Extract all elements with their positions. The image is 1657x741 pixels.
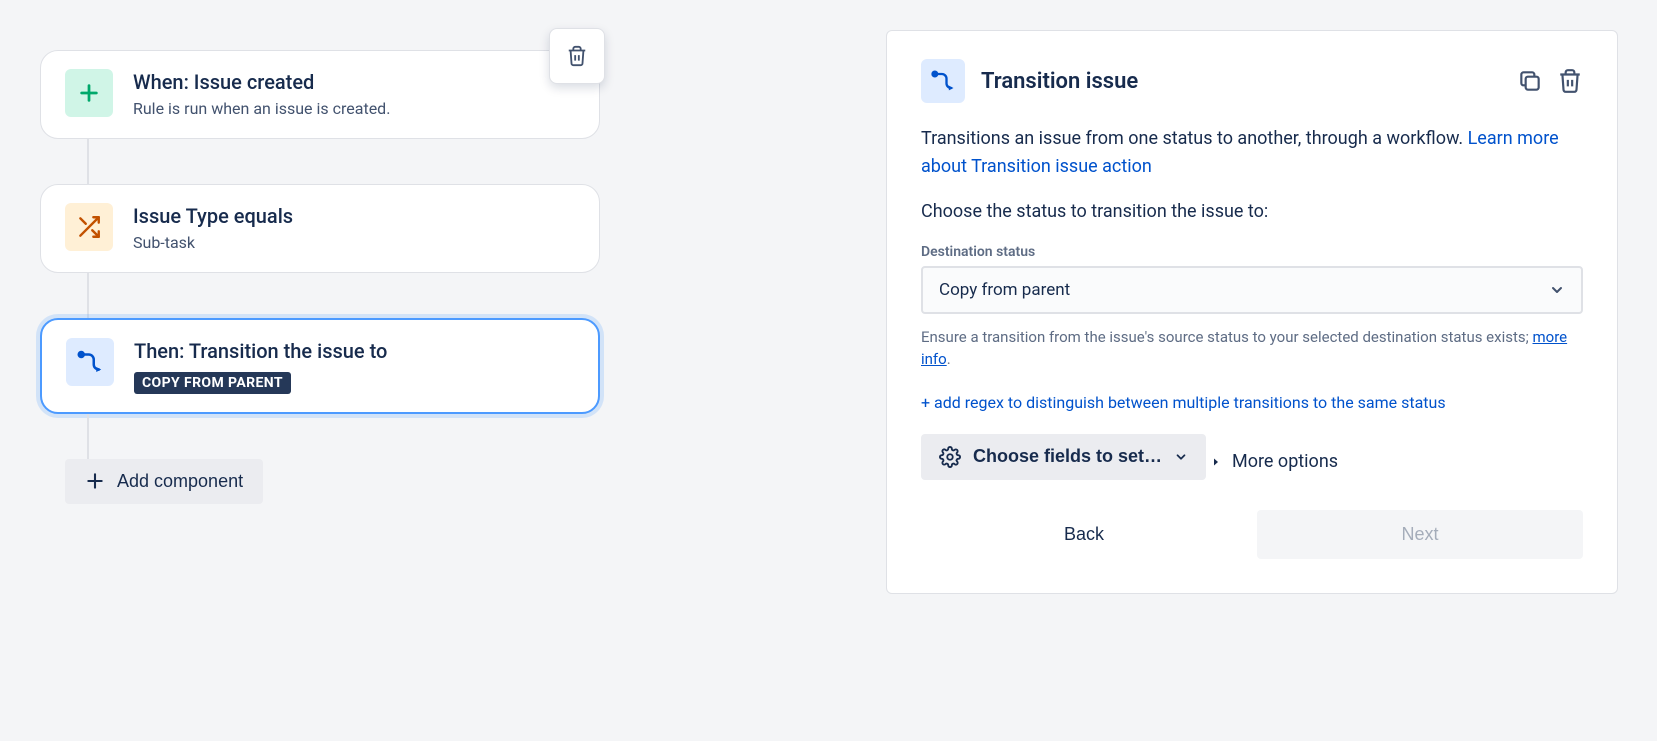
condition-card[interactable]: Issue Type equals Sub-task xyxy=(40,184,600,273)
plus-icon xyxy=(65,69,113,117)
add-component-label: Add component xyxy=(117,471,243,492)
gear-icon xyxy=(939,446,961,468)
add-regex-link[interactable]: + add regex to distinguish between multi… xyxy=(921,393,1583,412)
panel-prompt: Choose the status to transition the issu… xyxy=(921,201,1583,222)
trigger-title: When: Issue created xyxy=(133,69,390,95)
more-options-toggle[interactable]: More options xyxy=(1210,451,1338,472)
add-component-button[interactable]: Add component xyxy=(65,459,263,504)
choose-fields-button[interactable]: Choose fields to set… xyxy=(921,434,1206,480)
action-chip: COPY FROM PARENT xyxy=(134,372,291,394)
condition-title: Issue Type equals xyxy=(133,203,293,229)
chevron-down-icon xyxy=(1174,450,1188,464)
destination-status-select[interactable]: Copy from parent xyxy=(921,266,1583,314)
helper-text: Ensure a transition from the issue's sou… xyxy=(921,326,1583,371)
rule-builder: When: Issue created Rule is run when an … xyxy=(40,50,600,504)
back-button[interactable]: Back xyxy=(921,510,1247,559)
panel-description: Transitions an issue from one status to … xyxy=(921,125,1583,181)
action-card[interactable]: Then: Transition the issue to COPY FROM … xyxy=(40,318,600,414)
panel-title: Transition issue xyxy=(981,69,1501,94)
select-value: Copy from parent xyxy=(939,280,1070,300)
trash-icon xyxy=(566,44,588,68)
duplicate-icon[interactable] xyxy=(1517,68,1543,94)
config-panel: Transition issue Transitions an issue fr… xyxy=(886,30,1618,594)
plus-icon xyxy=(85,471,105,491)
trash-icon[interactable] xyxy=(1557,68,1583,94)
chevron-down-icon xyxy=(1549,282,1565,298)
action-title: Then: Transition the issue to xyxy=(134,338,387,364)
chevron-right-icon xyxy=(1210,456,1222,468)
choose-fields-label: Choose fields to set… xyxy=(973,446,1162,467)
more-options-label: More options xyxy=(1232,451,1338,472)
next-button[interactable]: Next xyxy=(1257,510,1583,559)
delete-rule-button[interactable] xyxy=(549,28,605,84)
condition-subtitle: Sub-task xyxy=(133,233,293,254)
transition-icon xyxy=(66,338,114,386)
shuffle-icon xyxy=(65,203,113,251)
destination-status-label: Destination status xyxy=(921,244,1583,260)
trigger-subtitle: Rule is run when an issue is created. xyxy=(133,99,390,120)
transition-icon xyxy=(921,59,965,103)
trigger-card[interactable]: When: Issue created Rule is run when an … xyxy=(40,50,600,139)
